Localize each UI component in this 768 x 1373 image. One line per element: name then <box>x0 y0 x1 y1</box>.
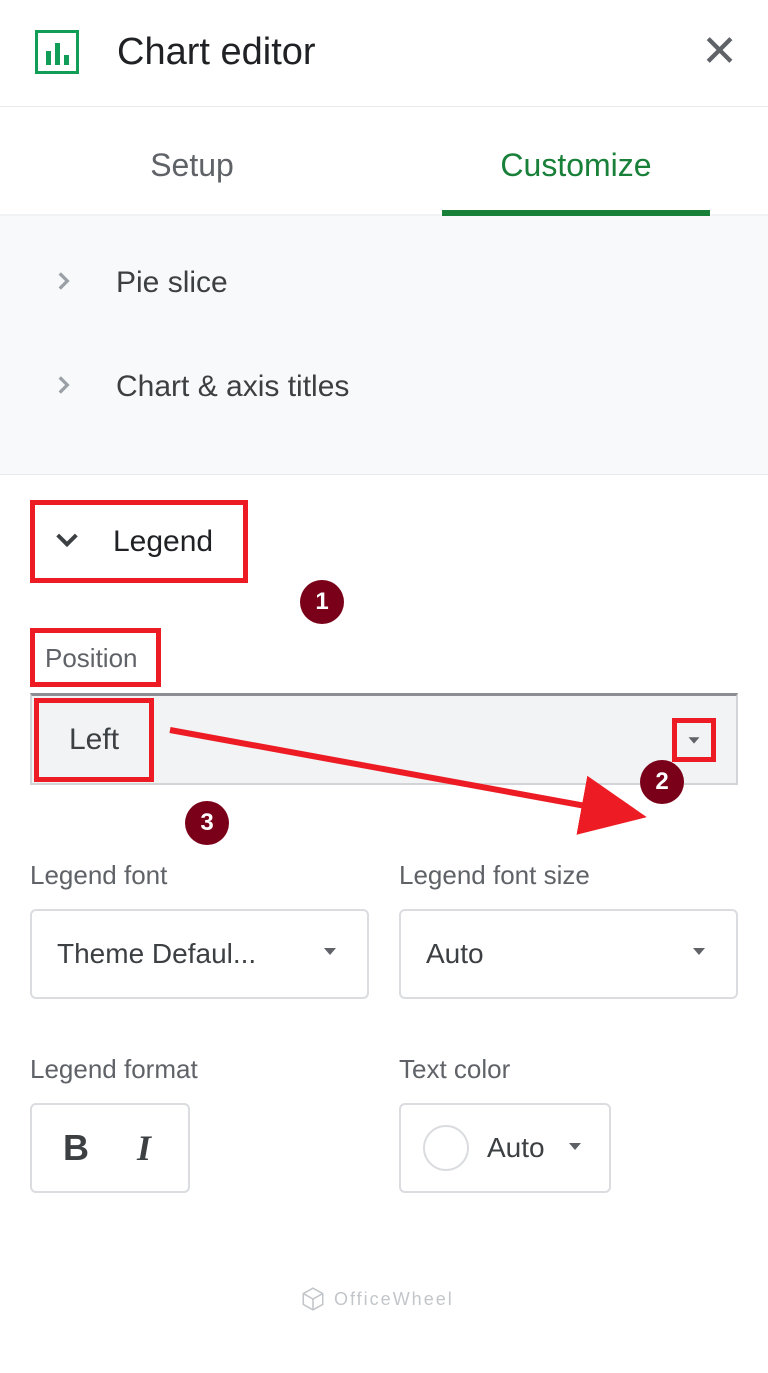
panel-header: Chart editor ✕ <box>0 0 768 107</box>
legend-format-box: B I <box>30 1103 190 1193</box>
text-color-label: Text color <box>399 1054 738 1085</box>
color-swatch <box>423 1125 469 1171</box>
position-field-label: Position <box>30 628 161 687</box>
close-icon[interactable]: ✕ <box>701 30 738 74</box>
legend-font-size-select[interactable]: Auto <box>399 909 738 999</box>
annotation-badge-1: 1 <box>300 580 344 624</box>
legend-font-size-value: Auto <box>426 938 484 970</box>
dropdown-arrow-icon <box>563 1134 587 1163</box>
text-color-value: Auto <box>487 1132 545 1164</box>
watermark-text: OfficeWheel <box>334 1289 454 1310</box>
chevron-right-icon <box>50 372 76 403</box>
section-label: Pie slice <box>116 266 228 300</box>
watermark: OfficeWheel <box>300 1286 454 1312</box>
legend-font-select[interactable]: Theme Defaul... <box>30 909 369 999</box>
position-select-value: Left <box>34 698 154 782</box>
italic-button[interactable]: I <box>110 1114 178 1182</box>
tab-setup[interactable]: Setup <box>0 107 384 214</box>
panel-title: Chart editor <box>117 31 701 74</box>
chevron-down-icon <box>51 523 83 560</box>
section-label: Legend <box>113 525 213 559</box>
legend-font-size-label: Legend font size <box>399 860 738 891</box>
dropdown-arrow-icon <box>687 938 711 970</box>
legend-font-row: Legend font Theme Defaul... Legend font … <box>30 860 738 999</box>
legend-format-row: Legend format B I Text color Auto <box>30 1054 738 1193</box>
dropdown-arrow-icon <box>318 938 342 970</box>
annotation-badge-3: 3 <box>185 801 229 845</box>
dropdown-arrow-icon <box>672 718 716 762</box>
customize-sections: Pie slice Chart & axis titles <box>0 216 768 474</box>
chart-editor-icon <box>35 30 79 74</box>
section-legend-expanded: Legend Position Left Legend font Theme D… <box>0 474 768 1193</box>
legend-format-label: Legend format <box>30 1054 369 1085</box>
section-pie-slice[interactable]: Pie slice <box>0 226 768 330</box>
text-color-select[interactable]: Auto <box>399 1103 611 1193</box>
tabs: Setup Customize <box>0 107 768 216</box>
tab-customize[interactable]: Customize <box>384 107 768 214</box>
section-label: Chart & axis titles <box>116 370 349 404</box>
position-select[interactable]: Left <box>30 693 738 785</box>
chevron-right-icon <box>50 268 76 299</box>
section-legend-header[interactable]: Legend <box>30 500 248 583</box>
section-chart-axis-titles[interactable]: Chart & axis titles <box>0 330 768 434</box>
legend-font-value: Theme Defaul... <box>57 938 256 970</box>
legend-font-label: Legend font <box>30 860 369 891</box>
annotation-badge-2: 2 <box>640 760 684 804</box>
bold-button[interactable]: B <box>42 1114 110 1182</box>
